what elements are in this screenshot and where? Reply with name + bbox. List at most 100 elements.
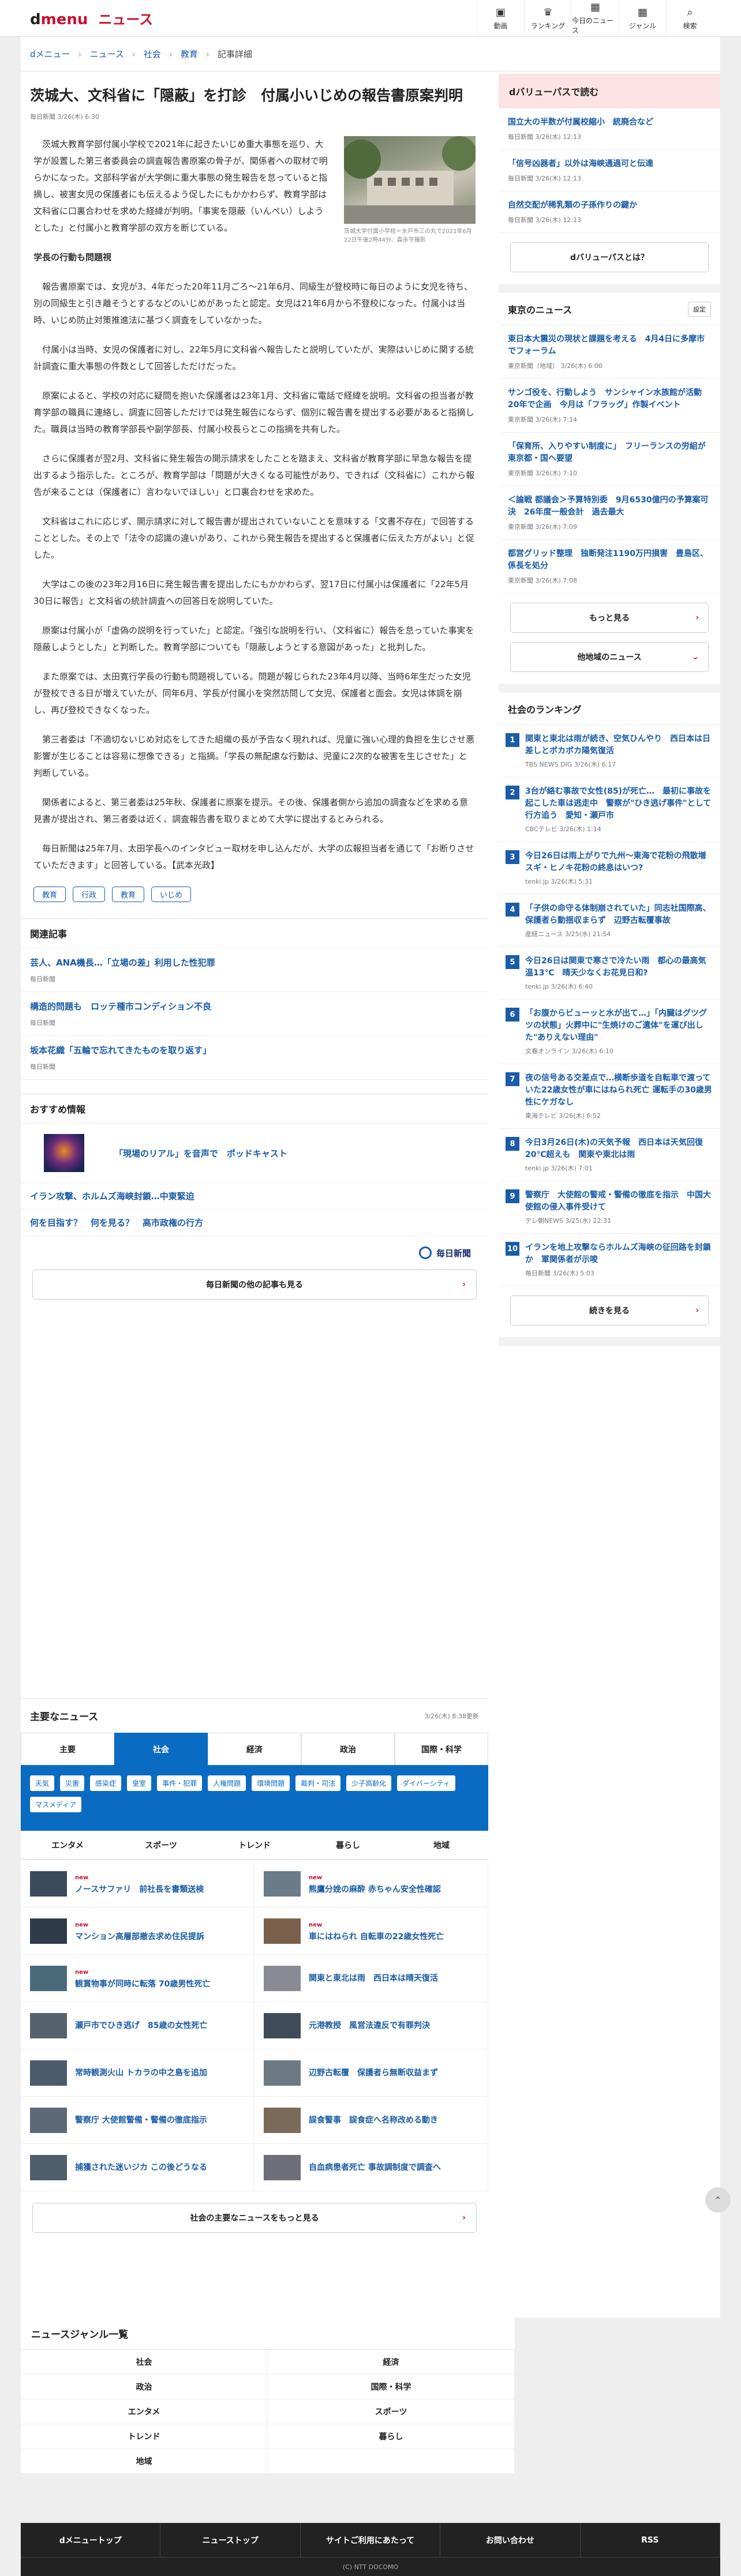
- genre-link[interactable]: スポーツ: [268, 2399, 515, 2424]
- header-nav-3[interactable]: ▦ ジャンル: [619, 0, 666, 37]
- side-news-item[interactable]: 東日本大震災の現状と課題を考える 4月4日に多摩市でフォーラム 東京新聞（地域） …: [499, 325, 720, 379]
- side-news-item[interactable]: 「信号凶器者」以外は海峡通過可と伝達 毎日新聞 3/26(木) 12:13: [499, 150, 720, 191]
- tag-2[interactable]: 教育: [112, 887, 145, 902]
- topic-chip[interactable]: 裁判・司法: [295, 1775, 341, 1791]
- footer-link[interactable]: RSS: [581, 2523, 721, 2557]
- tab-2[interactable]: 経済: [208, 1733, 301, 1765]
- article-figure[interactable]: 茨城大学付属小学校＝水戸市三の丸で2021年6月22日午後2時44分、森永亨撮影: [342, 136, 477, 245]
- footer-link[interactable]: dメニュートップ: [21, 2523, 161, 2557]
- news-grid-item[interactable]: 瀬戸市でひき逃げ 85歳の女性死亡: [21, 2002, 255, 2049]
- news-grid-item[interactable]: new 車にはねられ 自転車の22歳女性死亡: [255, 1907, 488, 1955]
- breadcrumb-item[interactable]: 教育: [181, 48, 198, 60]
- topic-chip[interactable]: 感染症: [90, 1775, 122, 1791]
- ranking-item[interactable]: 2 3台が絡む事故で女性(85)が死亡… 最初に事故を起こした車は逃走中 警察が"…: [499, 778, 720, 842]
- genre-link[interactable]: 地域: [21, 2449, 268, 2474]
- news-grid-item[interactable]: 自血病患者死亡 事故調制度で調査へ: [255, 2144, 488, 2191]
- region-setting-button[interactable]: 設定: [688, 301, 711, 317]
- news-grid-item[interactable]: new マンション高層部撤去求め住民提訴: [21, 1907, 255, 1955]
- tab-4[interactable]: 国際・科学: [395, 1733, 488, 1765]
- topic-chip[interactable]: 皇室: [127, 1775, 152, 1791]
- footer-link[interactable]: お問い合わせ: [440, 2523, 581, 2557]
- breadcrumb-item[interactable]: ニュース: [90, 48, 124, 60]
- ranking-item[interactable]: 8 今日3月26日(木)の天気予報 西日本は天気回復 20℃超えも 関東や東北は雨…: [499, 1129, 720, 1181]
- ranking-more-button[interactable]: 続きを見る ›: [510, 1295, 709, 1325]
- side-news-item[interactable]: 都営グリッド整理 独断発注1190万円損害 豊島区、係長を処分 東京新聞 3/26…: [499, 540, 720, 594]
- side-news-item[interactable]: ＜論戦 都議会＞予算特別委 9月6530億円の予算案可決 26年度一般会計 過去…: [499, 486, 720, 540]
- related-item[interactable]: 坂本花織「五輪で忘れてきたものを取り返す」 毎日新聞: [21, 1036, 488, 1080]
- recommend-item[interactable]: 何を目指す？ 何を見る？ 高市政権の行方: [21, 1210, 488, 1236]
- news-grid-item[interactable]: 警察庁 大使館警備・警備の徹底指示: [21, 2097, 255, 2144]
- genre-link[interactable]: トレンド: [21, 2424, 268, 2449]
- dmenu-logo[interactable]: d menu ニュース: [30, 8, 153, 28]
- related-item[interactable]: 芸人、ANA機長…「立場の差」利用した性犯罪 毎日新聞: [21, 948, 488, 992]
- recommend-item[interactable]: イラン攻撃、ホルムズ海峡封鎖…中東緊迫: [21, 1183, 488, 1210]
- back-to-top-button[interactable]: ⌃: [705, 2187, 731, 2213]
- news-grid-item[interactable]: new 観賞物事が同時に転落 70歳男性死亡: [21, 1955, 255, 2002]
- side-news-item[interactable]: サンゴ役を、行動しよう サンシャイン水族館が活動20年で企画 今月は「フラッグ」…: [499, 379, 720, 433]
- topic-chip[interactable]: マスメディア: [30, 1797, 82, 1812]
- header-nav-0[interactable]: ▣ 動画: [477, 0, 524, 37]
- topic-chip[interactable]: ダイバーシティ: [397, 1775, 455, 1791]
- news-grid-item[interactable]: 捕獲された迷いジカ この後どうなる: [21, 2144, 255, 2191]
- genre-link[interactable]: エンタメ: [21, 2399, 268, 2424]
- podcast-item[interactable]: 「現場のリアル」を音声で ポッドキャスト: [21, 1124, 488, 1183]
- tab-1[interactable]: 社会: [114, 1733, 208, 1765]
- news-grid-item[interactable]: new ノースサファリ 前社長を書類送検: [21, 1860, 255, 1907]
- sub-category-tabs: エンタメ スポーツ トレンド 暮らし 地域: [21, 1831, 488, 1860]
- tag-3[interactable]: いじめ: [151, 887, 192, 902]
- ranking-item[interactable]: 7 夜の信号ある交差点で…横断歩道を自転車で渡っていた22歳女性が車にはねられ死亡…: [499, 1064, 720, 1129]
- tokyo-more-label: もっと見る: [589, 614, 630, 623]
- ranking-item[interactable]: 5 今日26日は関東で寒さで冷たい雨 都心の最高気温13℃ 晴天少なくお花見日和?…: [499, 947, 720, 1000]
- news-grid-item[interactable]: 常時観測火山 トカラの中之島を追加: [21, 2049, 255, 2097]
- genre-link[interactable]: 国際・科学: [268, 2375, 515, 2399]
- tab-0[interactable]: 主要: [21, 1733, 114, 1765]
- tokyo-more-button[interactable]: もっと見る ›: [510, 603, 709, 633]
- side-news-item[interactable]: 国立大の半数が付属校縮小 統廃合など 毎日新聞 3/26(木) 12:13: [499, 108, 720, 150]
- topic-chip[interactable]: 天気: [30, 1775, 55, 1791]
- ranking-item[interactable]: 6 「お腹からビューッと水が出て…」「内臓はグツグツの状態」火葬中に"生焼けのご遺…: [499, 1000, 720, 1064]
- topic-chip[interactable]: 人権問題: [208, 1775, 246, 1791]
- breadcrumb-item[interactable]: 社会: [144, 48, 161, 60]
- topic-chip[interactable]: 少子高齢化: [346, 1775, 392, 1791]
- side-news-item[interactable]: 自然交配が稀乳類の子孫作りの鍵か 毎日新聞 3/26(木) 12:13: [499, 191, 720, 233]
- more-mainichi-button[interactable]: 毎日新聞の他の記事も見る ›: [32, 1270, 477, 1300]
- subtab-1[interactable]: スポーツ: [114, 1831, 208, 1859]
- subtab-0[interactable]: エンタメ: [21, 1831, 114, 1859]
- ranking-item[interactable]: 10 イランを地上攻撃ならホルムズ海峡の征回路を封鎖か 軍関係者が示唆 毎日新聞 3…: [499, 1234, 720, 1286]
- news-grid-item[interactable]: 元港教授 風営法違反で有罪判決: [255, 2002, 488, 2049]
- genre-link[interactable]: 暮らし: [268, 2424, 515, 2449]
- genre-link[interactable]: 社会: [21, 2350, 268, 2375]
- subtab-3[interactable]: 暮らし: [301, 1831, 395, 1859]
- news-grid-item[interactable]: 誤食警事 誤食症へ名称改める動き: [255, 2097, 488, 2144]
- topic-chip[interactable]: 環境問題: [252, 1775, 290, 1791]
- tag-1[interactable]: 行政: [73, 887, 106, 902]
- tag-0[interactable]: 教育: [33, 887, 66, 902]
- tab-3[interactable]: 政治: [301, 1733, 395, 1765]
- breadcrumb-item[interactable]: dメニュー: [30, 48, 70, 60]
- article-photo[interactable]: [342, 136, 477, 224]
- related-item[interactable]: 構造的問題も ロッテ種市コンディション不良 毎日新聞: [21, 992, 488, 1036]
- header-nav-4[interactable]: ⌕ 検索: [666, 0, 713, 37]
- dvalue-about-button[interactable]: dバリューパスとは？: [510, 242, 709, 272]
- header-nav-2[interactable]: ▦ 今日のニュース: [571, 0, 619, 37]
- news-grid-item[interactable]: 関東と東北は雨 西日本は晴天復活: [255, 1955, 488, 2002]
- topic-chip[interactable]: 災害: [60, 1775, 85, 1791]
- footer-link[interactable]: サイトご利用にあたって: [301, 2523, 441, 2557]
- side-news-item[interactable]: 「保育所、入りやすい制度に」 フリーランスの労組が東京都・国へ要望 東京新聞 3/…: [499, 433, 720, 486]
- genre-link[interactable]: 経済: [268, 2350, 515, 2375]
- rank-source: CBCテレビ 3/26(木) 1:14: [525, 825, 601, 833]
- subtab-2[interactable]: トレンド: [208, 1831, 301, 1859]
- ranking-item[interactable]: 3 今日26日は雨上がりで九州～東海で花粉の飛散増 スギ・ヒノキ花粉の終息はいつ?…: [499, 842, 720, 895]
- other-region-button[interactable]: 他地域のニュース ⌄: [510, 642, 709, 672]
- ranking-item[interactable]: 9 警察庁 大使館の警戒・警備の徹底を指示 中国大使館の侵入事件受けて テレ朝NEW…: [499, 1181, 720, 1234]
- topic-chip[interactable]: 事件・犯罪: [157, 1775, 203, 1791]
- news-grid-item[interactable]: 辺野古転覆 保護者ら無断収益まず: [255, 2049, 488, 2097]
- footer-link[interactable]: ニューストップ: [160, 2523, 301, 2557]
- subtab-4[interactable]: 地域: [395, 1831, 488, 1859]
- genre-link[interactable]: 政治: [21, 2375, 268, 2399]
- ranking-item[interactable]: 1 関東と東北は雨が続き、空気ひんやり 西日本は日差しとポカポカ陽気復活 TBS N…: [499, 725, 720, 778]
- more-society-news-button[interactable]: 社会の主要なニュースをもっと見る ›: [32, 2203, 477, 2233]
- header-nav-1[interactable]: ♛ ランキング: [524, 0, 571, 37]
- news-grid-item[interactable]: new 熊鷹分娩の麻酔 赤ちゃん安全性確認: [255, 1860, 488, 1907]
- ranking-item[interactable]: 4 「子供の命守る体制崩されていた」同志社国際高、保護者ら動揺収まらず 辺野古転覆…: [499, 895, 720, 947]
